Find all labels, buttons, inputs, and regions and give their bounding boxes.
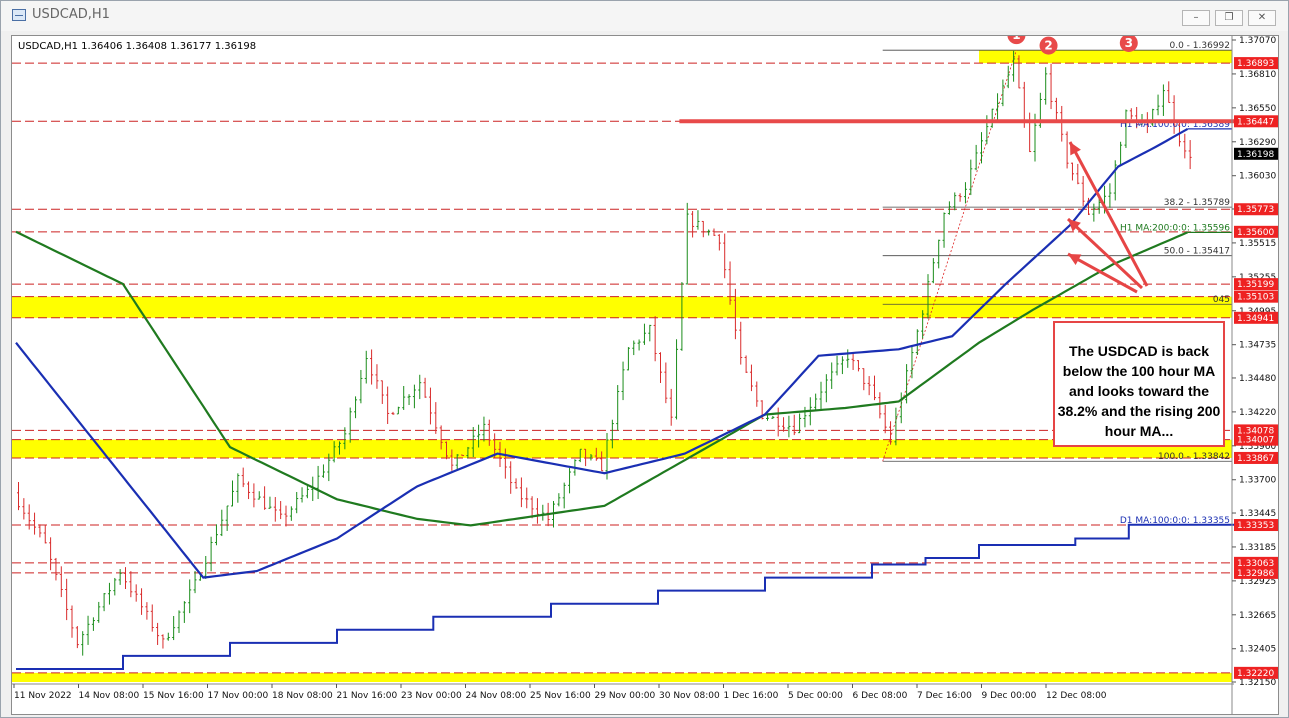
close-button[interactable]: ✕ <box>1248 10 1276 26</box>
price-axis-label: 1.32150 <box>1239 678 1276 688</box>
fibonacci-label: 50.0 - 1.35417 <box>1164 247 1230 257</box>
fibonacci-label: 0.0 - 1.36992 <box>1170 41 1231 51</box>
restore-button[interactable]: ❐ <box>1215 10 1243 26</box>
level-price-label: 1.32986 <box>1237 569 1274 579</box>
peak-marker-label: 1 <box>1012 36 1020 42</box>
peak-marker-label: 3 <box>1125 36 1133 50</box>
title-bar: USDCAD,H1 – ❐ ✕ <box>1 1 1288 31</box>
time-axis-label: 9 Dec 00:00 <box>982 691 1037 701</box>
ma100-line <box>15 127 1189 579</box>
time-axis-label: 7 Dec 16:00 <box>917 691 972 701</box>
price-axis-label: 1.33445 <box>1239 509 1276 519</box>
minimize-button[interactable]: – <box>1182 10 1210 26</box>
price-axis-label: 1.32405 <box>1239 645 1276 655</box>
price-axis-label: 1.33700 <box>1239 476 1276 486</box>
level-price-label: 1.36893 <box>1237 59 1274 69</box>
price-axis-label: 1.34220 <box>1239 408 1276 418</box>
price-axis-label: 1.36550 <box>1239 104 1276 114</box>
level-price-label: 1.35600 <box>1237 228 1274 238</box>
time-axis-label: 1 Dec 16:00 <box>724 691 779 701</box>
price-axis-label: 1.36810 <box>1239 70 1276 80</box>
time-axis-label: 15 Nov 16:00 <box>143 691 204 701</box>
peak-marker-label: 2 <box>1044 39 1052 53</box>
support-resistance-zone <box>979 50 1232 64</box>
price-axis-label: 1.35515 <box>1239 239 1276 249</box>
chart-window-icon <box>12 9 26 21</box>
level-price-label: 1.33353 <box>1237 521 1274 531</box>
ma200-line <box>15 230 1189 527</box>
time-axis-label: 21 Nov 16:00 <box>337 691 398 701</box>
time-axis-label: 17 Nov 00:00 <box>208 691 269 701</box>
time-axis-label: 30 Nov 08:00 <box>659 691 720 701</box>
level-price-label: 1.36447 <box>1237 117 1274 127</box>
time-axis-label: 18 Nov 08:00 <box>272 691 333 701</box>
level-price-label: 1.33867 <box>1237 454 1274 464</box>
annotation-box: The USDCAD is back below the 100 hour MA… <box>1053 321 1225 447</box>
time-axis-label: 23 Nov 00:00 <box>401 691 462 701</box>
level-price-label: 1.35103 <box>1237 293 1274 303</box>
chart-area[interactable]: USDCAD,H1 1.36406 1.36408 1.36177 1.3619… <box>11 35 1279 715</box>
level-price-label: 1.35199 <box>1237 280 1274 290</box>
fibonacci-label: 045 <box>1213 295 1230 305</box>
annotation-arrow-ma100 <box>1068 141 1149 287</box>
level-price-label: 1.34007 <box>1237 436 1274 446</box>
level-price-label: 1.34941 <box>1237 314 1274 324</box>
chart-info-line: USDCAD,H1 1.36406 1.36408 1.36177 1.3619… <box>18 41 256 52</box>
window-title: USDCAD,H1 <box>32 7 110 22</box>
level-price-label: 1.32220 <box>1237 669 1274 679</box>
terminal-window: USDCAD,H1 – ❐ ✕ USDCAD,H1 1.36406 1.3640… <box>0 0 1289 718</box>
fibonacci-label: 100.0 - 1.33842 <box>1158 452 1230 462</box>
price-axis-label: 1.37070 <box>1239 36 1276 46</box>
price-axis-label: 1.36030 <box>1239 172 1276 182</box>
time-axis-label: 12 Dec 08:00 <box>1046 691 1107 701</box>
moving-average-label: D1 MA:100:0:0: 1.33355 <box>1120 516 1230 526</box>
time-axis-label: 11 Nov 2022 <box>14 691 72 701</box>
price-axis-label: 1.33185 <box>1239 543 1276 553</box>
price-axis-label: 1.34480 <box>1239 374 1276 384</box>
d1-ma100-line <box>16 523 1258 670</box>
support-resistance-zone <box>12 439 1232 458</box>
price-axis-label: 1.34735 <box>1239 341 1276 351</box>
time-axis-label: 6 Dec 08:00 <box>853 691 908 701</box>
time-axis-label: 14 Nov 08:00 <box>79 691 140 701</box>
time-axis-label: 25 Nov 16:00 <box>530 691 591 701</box>
time-axis-label: 5 Dec 00:00 <box>788 691 843 701</box>
time-axis-label: 29 Nov 00:00 <box>595 691 656 701</box>
level-price-label: 1.35773 <box>1237 205 1274 215</box>
moving-average-label: H1 MA:200:0:0: 1.35596 <box>1120 223 1230 233</box>
time-axis-label: 24 Nov 08:00 <box>466 691 527 701</box>
price-axis-label: 1.36290 <box>1239 138 1276 148</box>
price-axis-label: 1.32665 <box>1239 611 1276 621</box>
current-price-label: 1.36198 <box>1237 150 1274 160</box>
support-resistance-zone <box>12 672 1232 682</box>
fibonacci-label: 38.2 - 1.35789 <box>1164 198 1230 208</box>
